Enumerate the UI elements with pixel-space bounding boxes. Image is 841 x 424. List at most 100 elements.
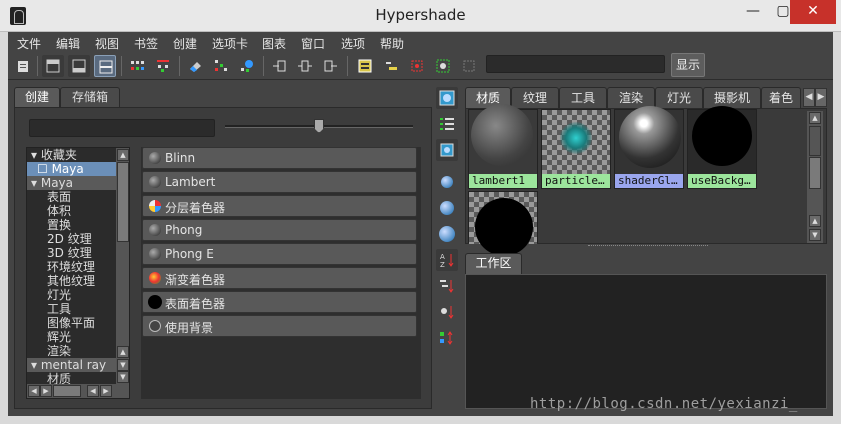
small-sphere-icon[interactable] xyxy=(436,171,458,193)
tab-work-area[interactable]: 工作区 xyxy=(465,253,522,274)
tree-item-rendering[interactable]: 渲染 xyxy=(27,344,117,358)
create-layered-shader-button[interactable]: 分层着色器 xyxy=(142,195,417,217)
tree-item-other-textures[interactable]: 其他纹理 xyxy=(27,274,117,288)
tab-scroll-right-icon[interactable]: ▶ xyxy=(815,88,827,107)
filter-input[interactable] xyxy=(29,119,215,137)
scroll-down-arrow-icon[interactable]: ▼ xyxy=(117,359,129,371)
scroll-up-arrow-icon[interactable]: ▲ xyxy=(117,346,129,358)
large-sphere-icon[interactable] xyxy=(436,223,458,245)
toolbar-search-input[interactable] xyxy=(486,55,665,73)
tree-item-lights[interactable]: 灯光 xyxy=(27,288,117,302)
tab-create[interactable]: 创建 xyxy=(14,87,60,107)
tree-item-surface[interactable]: 表面 xyxy=(27,190,117,204)
layout-split-icon[interactable] xyxy=(94,55,116,77)
output-connections-icon[interactable] xyxy=(320,55,342,77)
scroll-down-arrow-icon[interactable]: ▼ xyxy=(809,229,821,241)
work-area-canvas[interactable] xyxy=(465,274,827,409)
create-phong-button[interactable]: Phong xyxy=(142,219,417,241)
tree-vscroll-thumb[interactable] xyxy=(117,162,129,242)
panel-splitter[interactable] xyxy=(588,245,708,247)
tree-item-utilities[interactable]: 工具 xyxy=(27,302,117,316)
clipboard-icon[interactable] xyxy=(12,55,34,77)
tree-item-favorites[interactable]: ▾ 收藏夹 xyxy=(27,148,117,162)
menu-options[interactable]: 选项 xyxy=(341,35,365,52)
create-blinn-button[interactable]: Blinn xyxy=(142,147,417,169)
scroll-up-arrow-icon[interactable]: ▲ xyxy=(117,149,129,161)
tab-rendering[interactable]: 渲染 xyxy=(607,87,655,108)
material-swatch[interactable]: lambert1 xyxy=(468,104,538,189)
tree-item-mental-ray[interactable]: ▾ mental ray xyxy=(27,358,117,372)
tree-item-volume[interactable]: 体积 xyxy=(27,204,117,218)
menu-view[interactable]: 视图 xyxy=(95,35,119,52)
tab-textures[interactable]: 纹理 xyxy=(511,87,559,108)
material-swatch[interactable]: shaderGl… xyxy=(614,106,684,189)
input-connections-icon[interactable] xyxy=(268,55,290,77)
tree-horizontal-scrollbar[interactable]: ◀ ▶ ◀ ▶ xyxy=(27,384,129,398)
create-use-background-button[interactable]: 使用背景 xyxy=(142,315,417,337)
graph-up-downstream-icon[interactable] xyxy=(152,55,174,77)
materials-vertical-scrollbar[interactable]: ▲ ▲ ▼ xyxy=(807,111,823,243)
scroll-right-arrow-icon[interactable]: ▶ xyxy=(40,385,52,397)
input-output-connections-icon[interactable] xyxy=(294,55,316,77)
shader-network-icon[interactable] xyxy=(236,55,258,77)
tree-item-3d-textures[interactable]: 3D 纹理 xyxy=(27,246,117,260)
slider-handle[interactable] xyxy=(314,119,324,133)
scroll-left-arrow-icon[interactable]: ◀ xyxy=(28,385,40,397)
snapshot-icon[interactable] xyxy=(432,55,454,77)
material-swatch[interactable]: useBackg… xyxy=(687,106,757,189)
create-surface-shader-button[interactable]: 表面着色器 xyxy=(142,291,417,313)
tree-item-env-textures[interactable]: 环境纹理 xyxy=(27,260,117,274)
medium-sphere-icon[interactable] xyxy=(436,197,458,219)
scroll-up-arrow-icon[interactable]: ▲ xyxy=(809,112,821,124)
tab-utilities[interactable]: 工具 xyxy=(559,87,607,108)
material-swatch[interactable]: particle… xyxy=(541,109,611,189)
create-phong-e-button[interactable]: Phong E xyxy=(142,243,417,265)
sort-by-name-icon[interactable]: AZ xyxy=(436,249,458,271)
tree-item-maya[interactable]: ▾ Maya xyxy=(27,176,117,190)
layout-bottom-icon[interactable] xyxy=(68,55,90,77)
create-lambert-button[interactable]: Lambert xyxy=(142,171,417,193)
layout-top-icon[interactable] xyxy=(42,55,64,77)
reverse-sort-icon[interactable] xyxy=(436,327,458,349)
menu-bookmarks[interactable]: 书签 xyxy=(134,35,158,52)
tree-hscroll-thumb[interactable] xyxy=(53,385,81,397)
sort-by-type-icon[interactable] xyxy=(436,275,458,297)
tab-scroll-left-icon[interactable]: ◀ xyxy=(803,88,815,107)
tree-vertical-scrollbar[interactable]: ▲ ▲ ▼ ▼ xyxy=(116,148,129,384)
rearrange-graph-icon[interactable] xyxy=(210,55,232,77)
menu-tabs[interactable]: 选项卡 xyxy=(212,35,248,52)
show-button[interactable]: 显示 xyxy=(671,53,705,77)
scroll-left-arrow-icon[interactable]: ◀ xyxy=(87,385,99,397)
list-view-icon[interactable] xyxy=(436,113,458,135)
menu-file[interactable]: 文件 xyxy=(17,35,41,52)
menu-graph[interactable]: 图表 xyxy=(262,35,286,52)
materials-scroll-thumb[interactable] xyxy=(809,157,821,189)
tree-item-maya-favorite[interactable]: ☐ Maya xyxy=(27,162,117,176)
render-view-icon[interactable] xyxy=(354,55,376,77)
scroll-right-arrow-icon[interactable]: ▶ xyxy=(100,385,112,397)
tree-item-displacement[interactable]: 置换 xyxy=(27,218,117,232)
eraser-icon[interactable] xyxy=(184,55,206,77)
sort-by-time-icon[interactable] xyxy=(436,301,458,323)
close-button[interactable]: ✕ xyxy=(790,0,836,24)
material-swatch[interactable] xyxy=(468,191,538,256)
tree-item-image-planes[interactable]: 图像平面 xyxy=(27,316,117,330)
swatch-view-icon[interactable] xyxy=(436,139,458,161)
tree-item-glow[interactable]: 辉光 xyxy=(27,330,117,344)
menu-edit[interactable]: 编辑 xyxy=(56,35,80,52)
tab-shading[interactable]: 着色 xyxy=(761,87,801,108)
tab-cameras[interactable]: 摄影机 xyxy=(703,87,761,108)
menu-create[interactable]: 创建 xyxy=(173,35,197,52)
menu-help[interactable]: 帮助 xyxy=(380,35,404,52)
tree-item-2d-textures[interactable]: 2D 纹理 xyxy=(27,232,117,246)
ipr-render-icon[interactable] xyxy=(380,55,402,77)
scroll-up-arrow-icon[interactable]: ▲ xyxy=(809,215,821,227)
render-region-icon[interactable] xyxy=(406,55,428,77)
minimize-button[interactable]: — xyxy=(738,0,768,24)
scroll-down-arrow-icon[interactable]: ▼ xyxy=(117,371,129,383)
graph-grid-icon[interactable] xyxy=(126,55,148,77)
create-ramp-shader-button[interactable]: 渐变着色器 xyxy=(142,267,417,289)
tab-bins[interactable]: 存储箱 xyxy=(60,87,120,107)
large-swatch-view-icon[interactable] xyxy=(436,87,458,109)
tab-lights[interactable]: 灯光 xyxy=(655,87,703,108)
